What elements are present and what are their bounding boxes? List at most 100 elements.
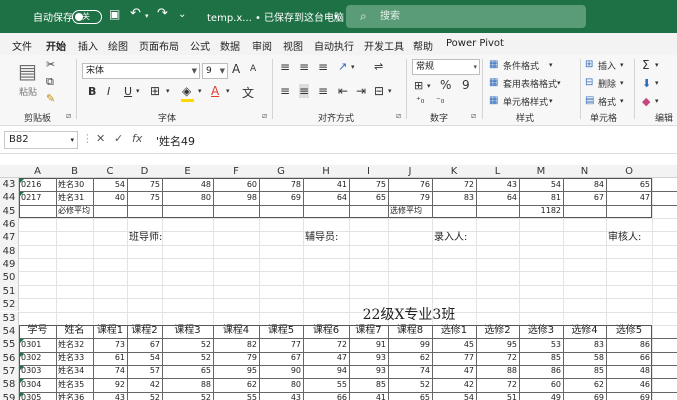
column-header-c[interactable]: C <box>93 165 127 178</box>
row-header-45[interactable]: 45 <box>0 204 19 219</box>
chevron-down-icon[interactable]: ▾ <box>351 63 355 71</box>
insert-cells-button[interactable]: 插入 <box>598 59 616 72</box>
increase-indent-icon[interactable]: ⇥ <box>356 84 366 98</box>
column-header-b[interactable]: B <box>56 165 93 178</box>
tab-file[interactable]: 文件 <box>12 38 32 53</box>
column-header-m[interactable]: M <box>519 165 563 178</box>
increase-decimal-icon[interactable]: ⁺₀ <box>416 96 424 106</box>
reviewer-label[interactable]: 审核人: <box>608 232 650 244</box>
wrap-text-icon[interactable]: ⇌ <box>374 60 383 73</box>
chevron-down-icon[interactable]: ▾ <box>620 79 624 87</box>
delete-cells-icon[interactable]: ⊟ <box>585 77 593 88</box>
tutor-label[interactable]: 辅导员: <box>305 232 386 244</box>
row-header-49[interactable]: 49 <box>0 258 19 272</box>
cancel-icon[interactable]: ✕ <box>96 132 105 145</box>
formula-input[interactable]: '姓名49 <box>156 133 195 149</box>
tab-draw[interactable]: 绘图 <box>108 38 128 53</box>
tab-automate[interactable]: 自动执行 <box>314 38 354 53</box>
row-header-53[interactable]: 53 <box>0 311 19 325</box>
phonetic-icon[interactable]: 文 <box>242 84 254 101</box>
number-format-select[interactable]: 常规 ▾ <box>412 59 480 75</box>
row-header-57[interactable]: 57 <box>0 364 19 379</box>
borders-icon[interactable]: ⊞ <box>150 84 160 98</box>
column-header-k[interactable]: K <box>432 165 476 178</box>
column-header-h[interactable]: H <box>303 165 349 178</box>
column-header-i[interactable]: I <box>349 165 388 178</box>
undo-icon[interactable]: ↶ <box>130 6 141 21</box>
class-teacher-label[interactable]: 班导师: <box>129 232 211 244</box>
chevron-down-icon[interactable]: ▾ <box>549 97 553 105</box>
font-size-select[interactable]: 9 ▼ <box>202 63 228 79</box>
chevron-down-icon[interactable]: ▾ <box>655 61 659 69</box>
autosave-toggle[interactable]: 关 <box>72 10 102 24</box>
row-header-58[interactable]: 58 <box>0 378 19 392</box>
tab-review[interactable]: 审阅 <box>252 38 272 53</box>
italic-button[interactable]: I <box>107 85 110 98</box>
format-as-table-button[interactable]: 套用表格格式 <box>503 77 557 90</box>
shrink-font-button[interactable]: A <box>250 64 256 74</box>
decrease-decimal-icon[interactable]: ⁻₀ <box>436 96 444 106</box>
column-header-f[interactable]: F <box>213 165 259 178</box>
undo-dropdown-icon[interactable]: ▾ <box>145 12 149 20</box>
font-launcher-icon[interactable]: ⧄ <box>262 111 267 121</box>
currency-icon[interactable]: ⊞ <box>414 79 423 92</box>
row-header-51[interactable]: 51 <box>0 284 19 299</box>
align-center-icon[interactable]: ≡ <box>299 84 310 98</box>
name-box[interactable]: B82 ▾ <box>4 131 78 149</box>
row-header-54[interactable]: 54 <box>0 324 19 339</box>
column-header-j[interactable]: J <box>388 165 432 178</box>
row-header-59[interactable]: 59 <box>0 391 19 400</box>
merge-center-icon[interactable]: ⊟ <box>374 84 384 98</box>
chevron-down-icon[interactable]: ▾ <box>620 61 624 69</box>
row-header-52[interactable]: 52 <box>0 298 19 312</box>
search-box[interactable]: ⌕ 搜索 <box>346 5 586 28</box>
align-right-icon[interactable]: ≡ <box>318 84 328 98</box>
row-header-44[interactable]: 44 <box>0 191 19 205</box>
font-name-select[interactable]: 宋体 ▼ <box>82 63 200 79</box>
orientation-icon[interactable]: ↗ <box>338 60 347 73</box>
format-painter-icon[interactable]: ✎ <box>46 92 55 105</box>
cell-styles-icon[interactable]: ▦ <box>489 95 498 106</box>
font-color-button[interactable]: A <box>211 84 219 98</box>
copy-icon[interactable]: ⧉ <box>46 75 54 89</box>
column-header-n[interactable]: N <box>563 165 606 178</box>
tab-insert[interactable]: 插入 <box>78 38 98 53</box>
underline-button[interactable]: U <box>124 85 132 98</box>
tab-page-layout[interactable]: 页面布局 <box>139 38 179 53</box>
tab-power-pivot[interactable]: Power Pivot <box>446 38 504 49</box>
percent-button[interactable]: % <box>440 78 451 92</box>
conditional-format-button[interactable]: 条件格式 <box>503 59 539 72</box>
insert-function-icon[interactable]: fx <box>132 132 142 145</box>
enter-icon[interactable]: ✓ <box>114 132 123 145</box>
fill-icon[interactable]: ⬇ <box>642 77 651 90</box>
row-header-50[interactable]: 50 <box>0 271 19 285</box>
row-header-55[interactable]: 55 <box>0 338 19 352</box>
delete-cells-button[interactable]: 删除 <box>598 77 616 90</box>
column-header-e[interactable]: E <box>162 165 213 178</box>
autosum-icon[interactable]: Σ <box>642 58 650 72</box>
bold-button[interactable]: B <box>88 85 96 98</box>
chevron-down-icon[interactable]: ▾ <box>549 61 553 69</box>
row-header-43[interactable]: 43 <box>0 178 19 192</box>
format-cells-icon[interactable]: ▤ <box>585 95 594 106</box>
tab-view[interactable]: 视图 <box>283 38 303 53</box>
tab-data[interactable]: 数据 <box>220 38 240 53</box>
paste-label[interactable]: 粘贴 <box>19 85 37 98</box>
format-cells-button[interactable]: 格式 <box>598 95 616 108</box>
conditional-format-icon[interactable]: ▦ <box>489 59 498 70</box>
chevron-down-icon[interactable]: ▾ <box>226 87 230 95</box>
chevron-down-icon[interactable]: ▾ <box>427 82 431 90</box>
chevron-down-icon[interactable]: ▾ <box>655 97 659 105</box>
row-header-47[interactable]: 47 <box>0 231 19 245</box>
column-header-g[interactable]: G <box>259 165 303 178</box>
redo-icon[interactable]: ↷ <box>157 6 168 21</box>
number-launcher-icon[interactable]: ⧄ <box>471 111 476 121</box>
class-title[interactable]: 22级X专业3班 <box>19 308 677 322</box>
tab-home[interactable]: 开始 <box>46 38 66 57</box>
align-top-icon[interactable]: ≡ <box>280 60 290 74</box>
alignment-launcher-icon[interactable]: ⧄ <box>396 111 401 121</box>
align-middle-icon[interactable]: ≡ <box>299 60 309 74</box>
cell-styles-button[interactable]: 单元格样式 <box>503 95 548 108</box>
align-bottom-icon[interactable]: ≡ <box>318 60 328 74</box>
clipboard-launcher-icon[interactable]: ⧄ <box>66 111 71 121</box>
